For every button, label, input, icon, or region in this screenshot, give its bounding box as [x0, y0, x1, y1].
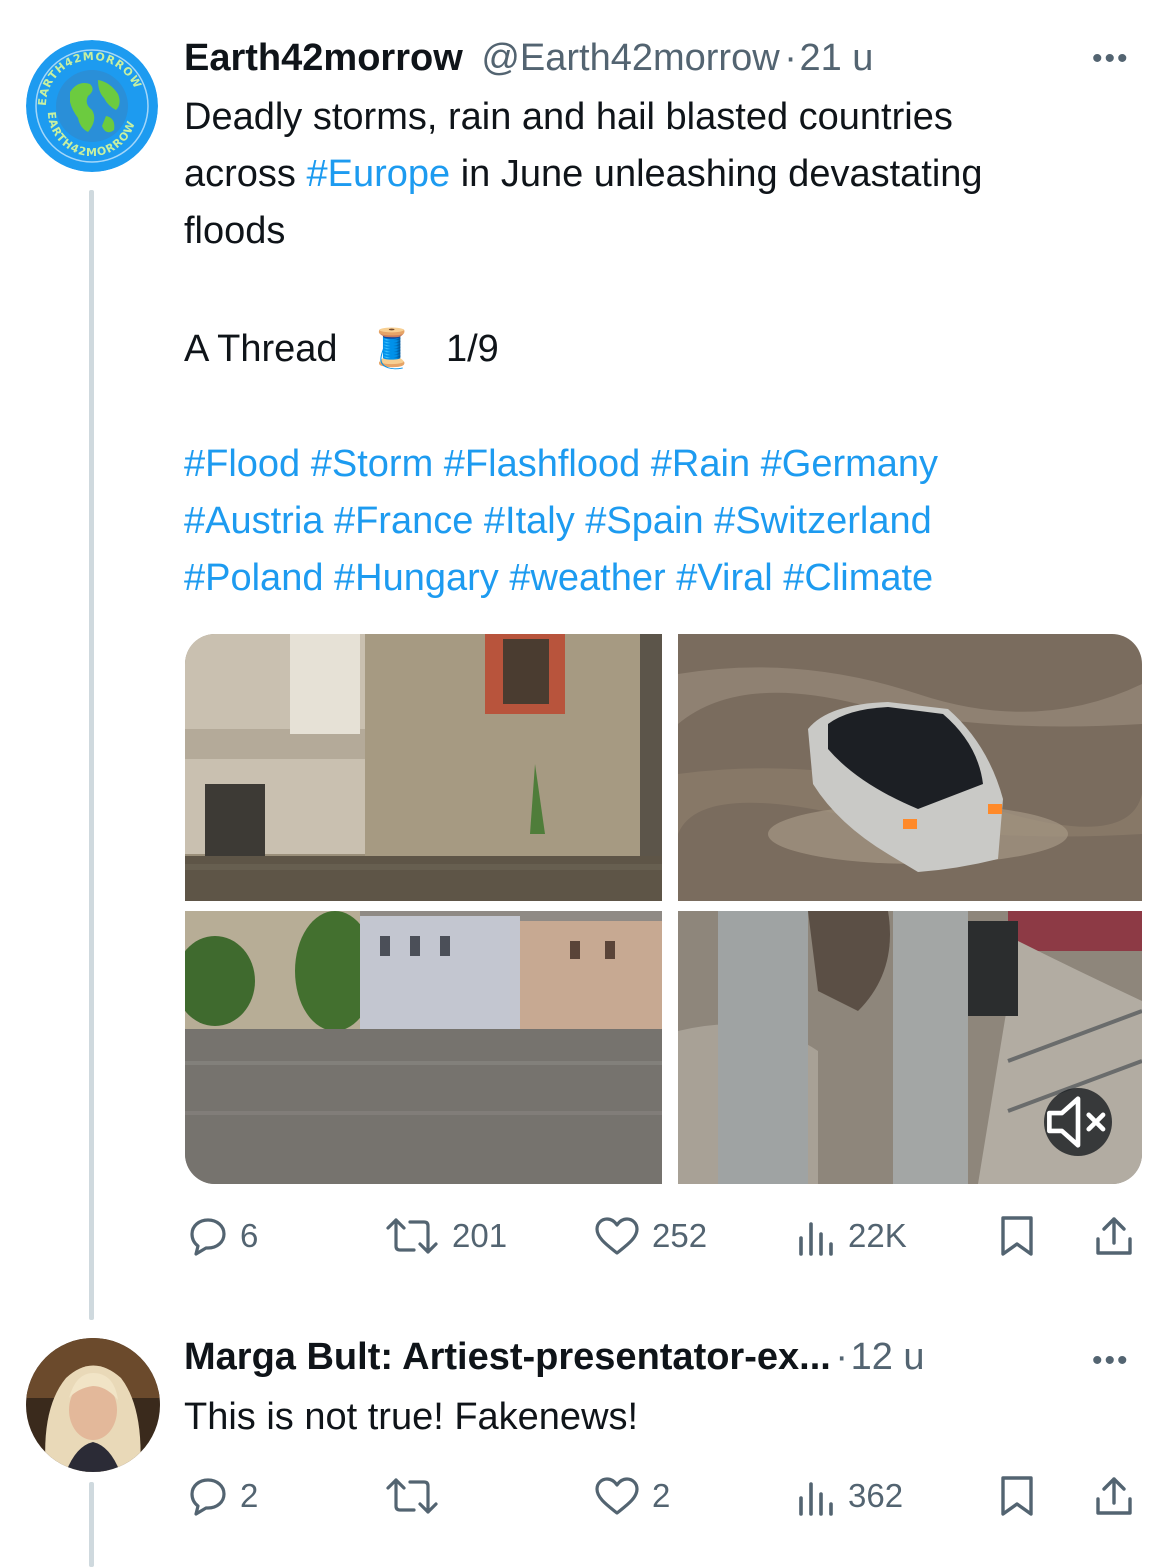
reply-author-name[interactable]: Marga Bult: Artiest-presentator-ex... — [184, 1336, 831, 1378]
thread-connector-line — [89, 190, 94, 1320]
tweet-text-line: floods — [184, 210, 286, 252]
author-handle[interactable]: @Earth42morrow — [481, 37, 779, 79]
reply-header: Marga Bult: Artiest-presentator-ex... · … — [184, 1334, 925, 1380]
heart-icon — [595, 1217, 639, 1255]
thread-label: A Thread — [184, 328, 338, 370]
mute-toggle-button[interactable] — [1044, 1088, 1112, 1156]
hashtag-line[interactable]: #Flood #Storm #Flashflood #Rain #Germany — [184, 436, 1144, 493]
tweet-body: Deadly storms, rain and hail blasted cou… — [184, 89, 1144, 260]
share-upload-icon — [1096, 1477, 1132, 1515]
thread-connector-line-lower — [89, 1482, 94, 1567]
earth-logo-icon: EARTH42MORROW EARTH42MORROW — [26, 40, 158, 172]
retweet-icon — [386, 1218, 438, 1254]
profile-photo-icon — [26, 1338, 160, 1472]
reply-views-button[interactable]: 362 — [796, 1466, 903, 1526]
reply-action-bar: 2 2 362 — [184, 1466, 1144, 1526]
views-count: 22K — [848, 1217, 907, 1254]
reply-more-options-icon[interactable]: ••• — [1092, 1346, 1130, 1376]
bookmark-button[interactable] — [1000, 1206, 1034, 1266]
reply-icon — [190, 1218, 226, 1256]
share-upload-icon — [1096, 1217, 1132, 1255]
share-button[interactable] — [1094, 1206, 1134, 1266]
views-button[interactable]: 22K — [796, 1206, 907, 1266]
more-options-icon[interactable]: ••• — [1092, 44, 1130, 74]
retweet-button[interactable]: 201 — [384, 1206, 507, 1266]
analytics-bar-icon — [799, 1222, 833, 1256]
thread-label-line: A Thread 🧵 1/9 — [184, 320, 1144, 378]
hashtag-block: #Flood #Storm #Flashflood #Rain #Germany… — [184, 436, 1144, 607]
tweet-time[interactable]: 21 u — [799, 37, 873, 79]
reply-button[interactable]: 6 — [188, 1206, 258, 1266]
reply-retweet-button[interactable] — [384, 1466, 452, 1526]
hashtag-line[interactable]: #Poland #Hungary #weather #Viral #Climat… — [184, 550, 1144, 607]
analytics-bar-icon — [799, 1482, 833, 1516]
spool-icon: 🧵 — [368, 326, 416, 370]
speaker-muted-icon — [1047, 1096, 1106, 1148]
reply-time[interactable]: 12 u — [851, 1336, 925, 1378]
reply-views-count: 362 — [848, 1477, 904, 1514]
media-grid[interactable] — [185, 634, 1142, 1184]
reply-reply-count: 2 — [240, 1477, 259, 1514]
tweet-action-bar: 6 201 252 22K — [184, 1206, 1144, 1266]
retweet-icon — [386, 1478, 438, 1514]
author-avatar[interactable]: EARTH42MORROW EARTH42MORROW — [26, 40, 158, 172]
media-image-flooded-wall[interactable] — [185, 634, 662, 901]
hashtag-link[interactable]: #Europe — [306, 153, 450, 195]
reply-share-button[interactable] — [1094, 1466, 1134, 1526]
tweet-header: Earth42morrow @Earth42morrow · 21 u — [184, 35, 873, 81]
heart-icon — [595, 1477, 639, 1515]
bookmark-icon — [1001, 1216, 1033, 1256]
tweet-text-line: across #Europe in June unleashing devast… — [184, 153, 983, 195]
like-button[interactable]: 252 — [594, 1206, 707, 1266]
reply-count: 6 — [240, 1217, 259, 1254]
reply-like-count: 2 — [652, 1477, 671, 1514]
tweet-text-line: Deadly storms, rain and hail blasted cou… — [184, 96, 953, 138]
media-image-car-in-flood[interactable] — [678, 634, 1142, 901]
reply-icon — [190, 1478, 226, 1516]
reply-like-button[interactable]: 2 — [594, 1466, 670, 1526]
reply-body: This is not true! Fakenews! — [184, 1396, 639, 1438]
media-image-flooded-square[interactable] — [185, 911, 662, 1184]
author-name[interactable]: Earth42morrow — [184, 37, 463, 79]
reply-reply-button[interactable]: 2 — [188, 1466, 258, 1526]
reply-bookmark-button[interactable] — [1000, 1466, 1034, 1526]
like-count: 252 — [652, 1217, 708, 1254]
bookmark-icon — [1001, 1476, 1033, 1516]
media-video-flooded-street[interactable] — [678, 911, 1142, 1184]
reply-author-avatar[interactable] — [26, 1338, 160, 1472]
retweet-count: 201 — [452, 1217, 508, 1254]
hashtag-line[interactable]: #Austria #France #Italy #Spain #Switzerl… — [184, 493, 1144, 550]
thread-count: 1/9 — [445, 328, 499, 370]
